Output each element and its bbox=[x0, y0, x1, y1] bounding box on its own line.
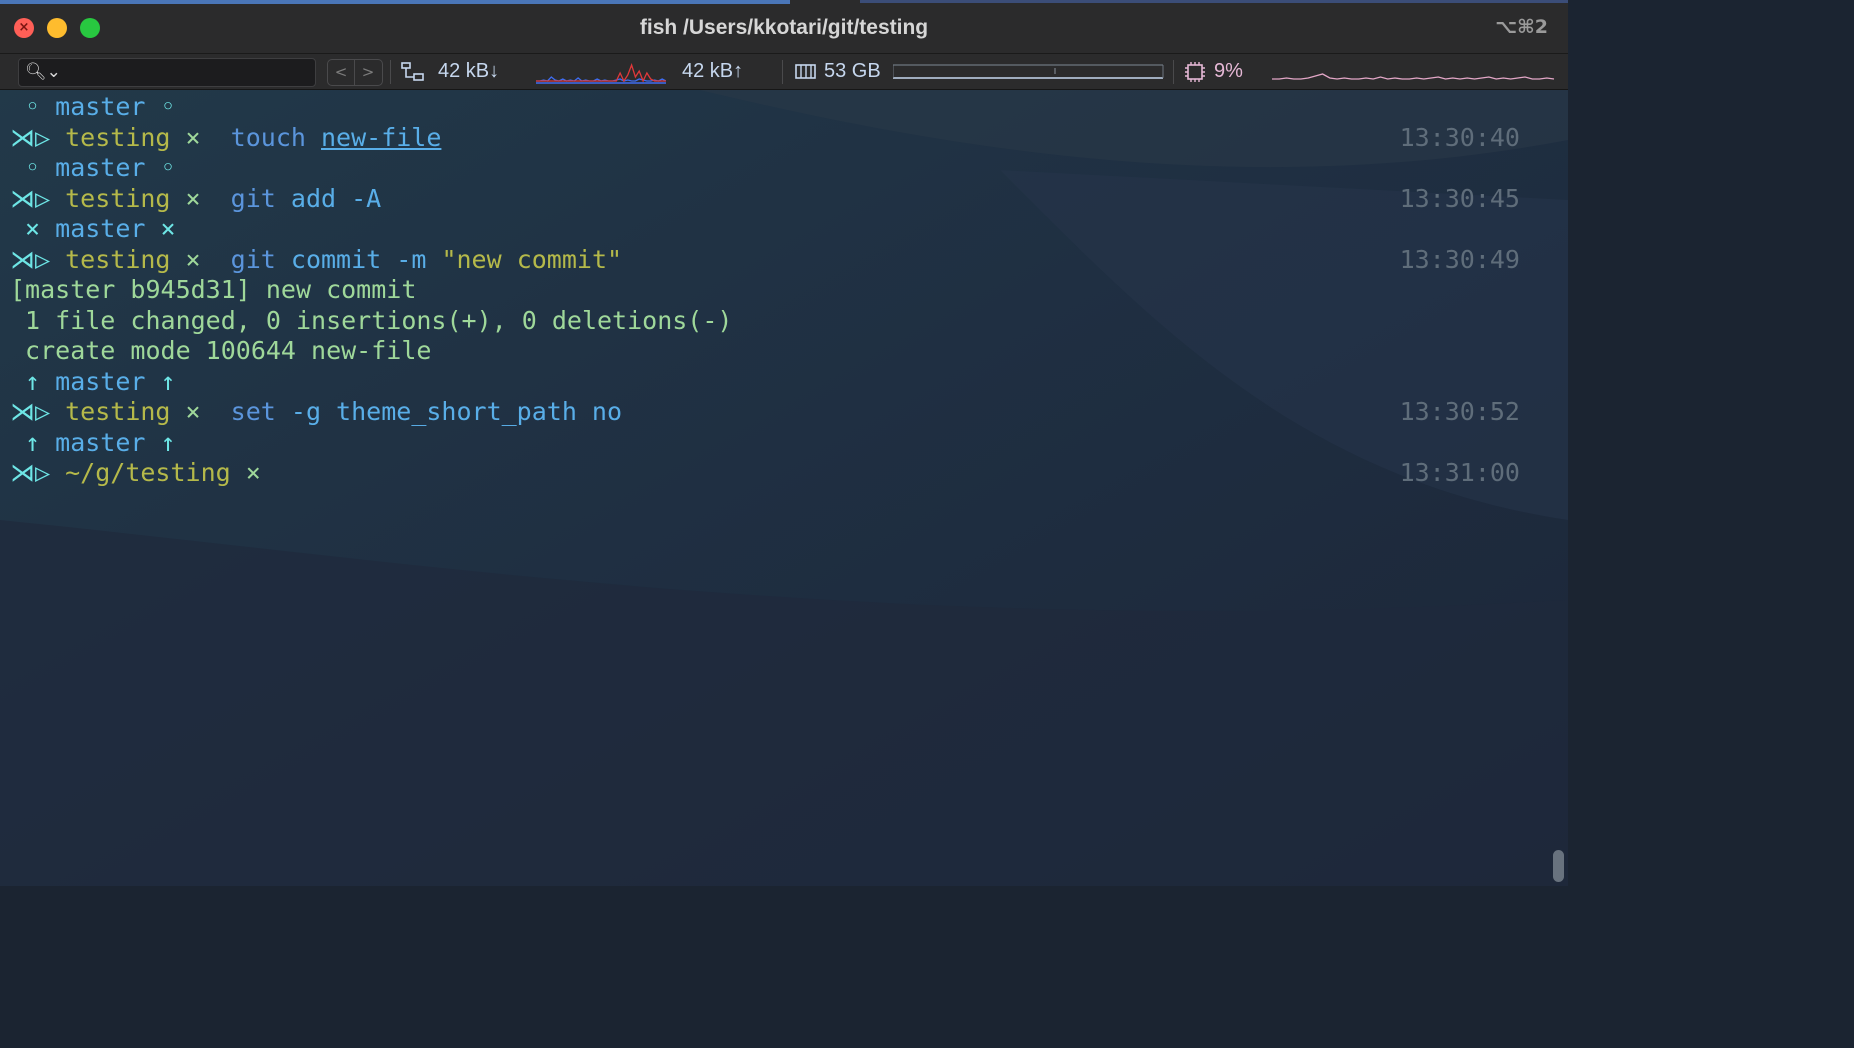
cpu-sparkline bbox=[1272, 73, 1555, 80]
history-nav: < > bbox=[327, 59, 383, 86]
prompt-directory: testing bbox=[65, 244, 171, 274]
command-output-line: [master b945d31] new commit bbox=[10, 275, 1555, 305]
prompt-directory: testing bbox=[65, 397, 171, 426]
git-status-marker: × bbox=[10, 214, 56, 243]
git-status-line: × master × bbox=[10, 214, 1555, 244]
terminal-output[interactable]: ◦ master ◦ ⋊▷ testing × touch new-file 13:… bbox=[0, 90, 1568, 886]
git-status-marker: × bbox=[145, 214, 176, 243]
prompt-directory: ~/g/testing bbox=[65, 458, 231, 487]
network-sparkline bbox=[536, 63, 666, 84]
forward-button[interactable]: > bbox=[355, 60, 381, 85]
branch-name: master bbox=[55, 366, 146, 396]
scrollbar[interactable] bbox=[1553, 850, 1564, 882]
command-name: touch bbox=[215, 122, 306, 152]
prompt-dirty-marker: × bbox=[170, 122, 216, 152]
cpu-sparkline-line bbox=[1272, 73, 1555, 80]
search-icon: 🔍︎⌄ bbox=[25, 62, 61, 82]
terminal-window: × fish /Users/kkotari/git/testing ⌥⌘2 🔍︎… bbox=[0, 0, 1568, 886]
git-status-marker: ◦ bbox=[145, 153, 176, 182]
search-field[interactable]: 🔍︎⌄ bbox=[18, 58, 316, 87]
divider bbox=[1173, 60, 1174, 84]
prompt-dirty-marker: × bbox=[170, 183, 216, 213]
prompt-timestamp: 13:30:45 bbox=[1399, 183, 1520, 213]
chevron-right-icon: > bbox=[361, 63, 375, 81]
prompt-directory: testing bbox=[65, 122, 171, 152]
window-title: fish /Users/kkotari/git/testing bbox=[639, 16, 929, 39]
git-status-marker: ↑ bbox=[145, 366, 176, 396]
git-status-marker: ◦ bbox=[10, 153, 56, 182]
git-status-line: ◦ master ◦ bbox=[10, 153, 1555, 183]
prompt-line: ⋊▷ ~/g/testing × 13:31:00 bbox=[10, 458, 1555, 488]
chevron-left-icon: < bbox=[334, 63, 348, 81]
prompt-fish-icon: ⋊▷ bbox=[10, 244, 66, 274]
prompt-directory: testing bbox=[65, 183, 171, 213]
upload-sparkline bbox=[536, 63, 666, 83]
network-icon bbox=[401, 62, 424, 81]
memory-usage: 53 GB bbox=[824, 60, 881, 82]
prompt-fish-icon: ⋊▷ bbox=[10, 458, 66, 487]
prompt-timestamp: 13:30:49 bbox=[1399, 244, 1520, 274]
prompt-timestamp: 13:30:52 bbox=[1399, 397, 1520, 426]
prompt-timestamp: 13:31:00 bbox=[1399, 458, 1520, 487]
prompt-fish-icon: ⋊▷ bbox=[10, 397, 66, 426]
git-status-marker: ↑ bbox=[145, 427, 176, 457]
git-status-line: ↑ master ↑ bbox=[10, 367, 1555, 397]
prompt-fish-icon: ⋊▷ bbox=[10, 122, 66, 152]
git-status-marker: ↑ bbox=[10, 366, 56, 396]
prompt-line: ⋊▷ testing × git add -A 13:30:45 bbox=[10, 184, 1555, 214]
branch-name: master bbox=[55, 153, 146, 182]
prompt-timestamp: 13:30:40 bbox=[1399, 122, 1520, 152]
memory-icon bbox=[795, 64, 816, 79]
branch-name: master bbox=[55, 214, 146, 243]
branch-name: master bbox=[55, 92, 146, 121]
prompt-dirty-marker: × bbox=[170, 397, 216, 426]
branch-name: master bbox=[55, 427, 146, 457]
command-argument: add -A bbox=[290, 183, 382, 213]
command-argument: commit -m bbox=[290, 244, 427, 274]
window-shortcut: ⌥⌘2 bbox=[1495, 16, 1548, 38]
prompt-line: ⋊▷ testing × set -g theme_short_path no 1… bbox=[10, 397, 1555, 427]
git-status-line: ◦ master ◦ bbox=[10, 92, 1555, 122]
prompt-fish-icon: ⋊▷ bbox=[10, 183, 66, 213]
command-argument: -g theme_short_path no bbox=[290, 397, 623, 426]
memory-bar bbox=[893, 64, 1164, 79]
command-name: set bbox=[215, 397, 276, 426]
output-text: 1 file changed, 0 insertions(+), 0 delet… bbox=[10, 305, 733, 335]
command-name: git bbox=[215, 183, 276, 213]
git-status-marker: ↑ bbox=[10, 427, 56, 457]
network-download: 42 kB↓ bbox=[438, 60, 500, 82]
command-argument: "new commit" bbox=[441, 244, 623, 274]
divider bbox=[390, 60, 391, 84]
output-text: create mode 100644 new-file bbox=[10, 336, 432, 365]
command-output-line: 1 file changed, 0 insertions(+), 0 delet… bbox=[10, 306, 1555, 336]
git-status-marker: ◦ bbox=[10, 92, 56, 121]
cpu-icon bbox=[1185, 62, 1205, 82]
command-output-line: create mode 100644 new-file bbox=[10, 336, 1555, 366]
cpu-usage: 9% bbox=[1214, 60, 1243, 82]
title-bar[interactable]: × fish /Users/kkotari/git/testing ⌥⌘2 bbox=[0, 0, 1568, 54]
prompt-dirty-marker: × bbox=[170, 244, 216, 274]
git-status-marker: ◦ bbox=[145, 92, 176, 121]
status-bar: 🔍︎⌄ < > 42 kB↓ 42 kB↑ 53 GB 9% bbox=[0, 54, 1568, 90]
prompt-line: ⋊▷ testing × touch new-file 13:30:40 bbox=[10, 123, 1555, 153]
prompt-dirty-marker: × bbox=[230, 458, 261, 487]
prompt-line: ⋊▷ testing × git commit -m "new commit" 1… bbox=[10, 245, 1555, 275]
command-name: git bbox=[215, 244, 276, 274]
network-upload: 42 kB↑ bbox=[682, 60, 744, 82]
divider bbox=[782, 60, 783, 84]
back-button[interactable]: < bbox=[328, 60, 354, 85]
git-status-line: ↑ master ↑ bbox=[10, 428, 1555, 458]
command-argument: new-file bbox=[321, 122, 442, 152]
output-text: [master b945d31] new commit bbox=[10, 275, 417, 304]
